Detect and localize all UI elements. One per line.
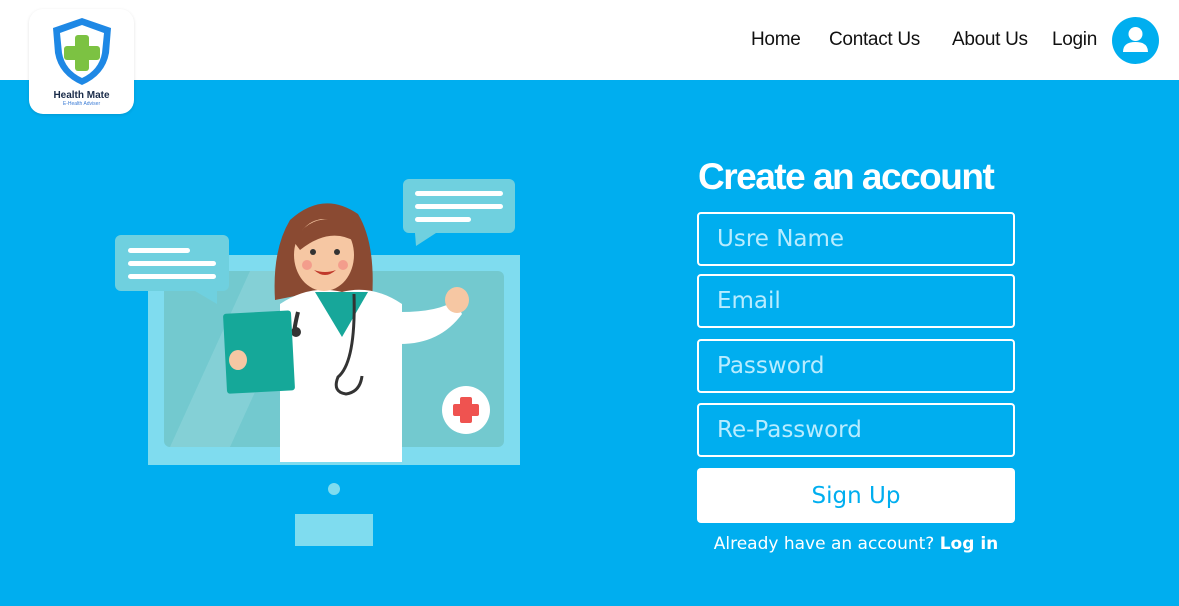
create-account-title: Create an account [698,156,995,197]
shield-cross-icon [53,18,111,85]
user-avatar-button[interactable] [1112,17,1159,64]
log-in-link[interactable]: Log in [940,534,999,554]
monitor-stand [295,514,373,546]
brand-tagline: E-Health Adviser [62,101,101,107]
sign-up-button[interactable]: Sign Up [697,468,1015,523]
top-navbar: Home Contact Us About Us Login [0,0,1179,80]
login-prompt: Already have an account? Log in [697,534,1015,554]
doctor-illustration [115,179,520,546]
nav-about-link[interactable]: About Us [952,29,1028,55]
username-field[interactable] [697,212,1015,266]
nav-home-link[interactable]: Home [751,29,801,55]
brand-logo[interactable]: Health Mate E-Health Adviser [29,9,134,114]
speech-bubble-right [403,179,515,246]
nav-login-link[interactable]: Login [1052,29,1097,55]
already-have-account-text: Already have an account? [713,534,935,554]
nav-contact-link[interactable]: Contact Us [829,29,920,55]
brand-name: Health Mate [53,90,110,101]
repassword-field[interactable] [697,403,1015,457]
email-field[interactable] [697,274,1015,328]
monitor-button [328,483,340,495]
user-icon [1123,27,1148,52]
password-field[interactable] [697,339,1015,393]
